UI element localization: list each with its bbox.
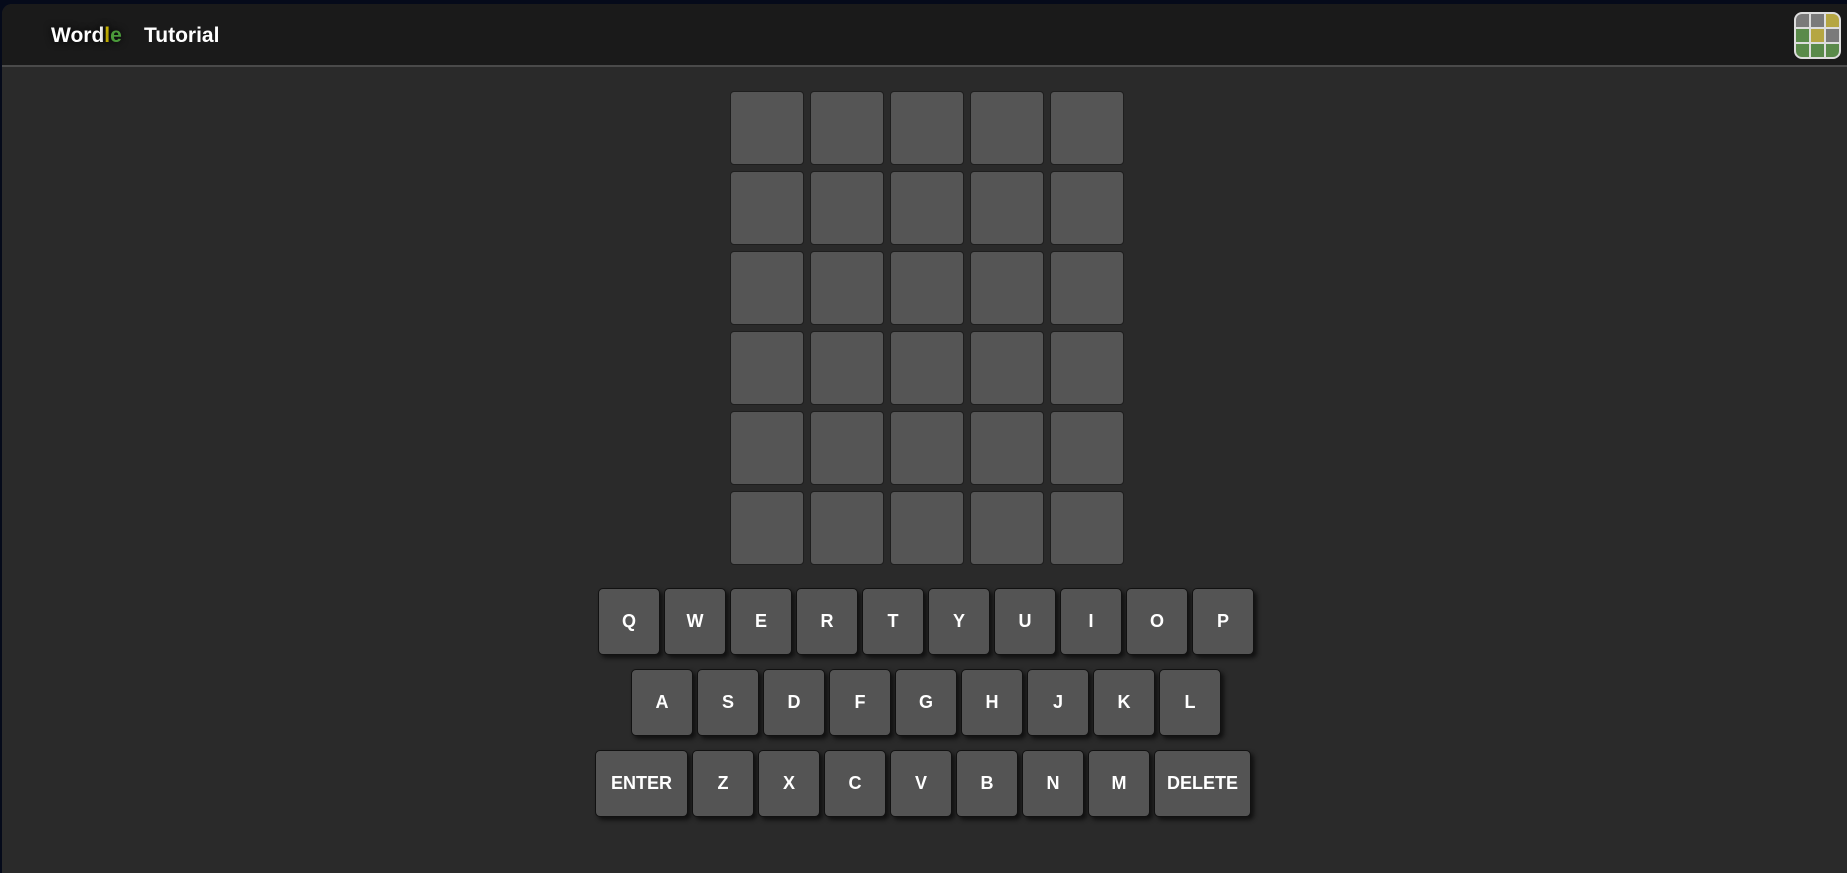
key-g[interactable]: G bbox=[895, 669, 957, 736]
key-e[interactable]: E bbox=[730, 588, 792, 655]
keyboard-row-1: QWERTYUIOP bbox=[598, 588, 1254, 655]
stats-cell bbox=[1811, 29, 1824, 42]
letter-tile bbox=[970, 251, 1044, 325]
letter-tile bbox=[730, 251, 804, 325]
tutorial-link[interactable]: Tutorial bbox=[144, 24, 219, 48]
letter-tile bbox=[730, 331, 804, 405]
letter-tile bbox=[810, 171, 884, 245]
header: Wordle Tutorial bbox=[2, 4, 1847, 67]
letter-tile bbox=[810, 491, 884, 565]
key-i[interactable]: I bbox=[1060, 588, 1122, 655]
key-v[interactable]: V bbox=[890, 750, 952, 817]
letter-tile bbox=[1050, 411, 1124, 485]
keyboard-row-2: ASDFGHJKL bbox=[631, 669, 1221, 736]
logo-text: Word bbox=[51, 24, 105, 47]
key-enter[interactable]: ENTER bbox=[595, 750, 688, 817]
letter-tile bbox=[970, 91, 1044, 165]
letter-tile bbox=[890, 491, 964, 565]
key-y[interactable]: Y bbox=[928, 588, 990, 655]
key-b[interactable]: B bbox=[956, 750, 1018, 817]
stats-grid-icon[interactable] bbox=[1794, 12, 1841, 59]
key-l[interactable]: L bbox=[1159, 669, 1221, 736]
letter-tile bbox=[730, 91, 804, 165]
letter-tile bbox=[730, 491, 804, 565]
key-d[interactable]: D bbox=[763, 669, 825, 736]
letter-tile bbox=[730, 171, 804, 245]
letter-tile bbox=[1050, 331, 1124, 405]
keyboard-row-3: ENTER Z X C V B N M DELETE bbox=[595, 750, 1251, 817]
letter-tile bbox=[1050, 171, 1124, 245]
key-t[interactable]: T bbox=[862, 588, 924, 655]
key-n[interactable]: N bbox=[1022, 750, 1084, 817]
stats-cell bbox=[1826, 29, 1839, 42]
key-q[interactable]: Q bbox=[598, 588, 660, 655]
key-z[interactable]: Z bbox=[692, 750, 754, 817]
letter-tile bbox=[810, 91, 884, 165]
stats-cell bbox=[1796, 14, 1809, 27]
letter-tile bbox=[970, 491, 1044, 565]
wordle-app: Wordle Tutorial QWERTYUIOP ASDFGHJKL ENT… bbox=[2, 4, 1847, 873]
key-w[interactable]: W bbox=[664, 588, 726, 655]
key-u[interactable]: U bbox=[994, 588, 1056, 655]
letter-tile bbox=[1050, 251, 1124, 325]
key-delete[interactable]: DELETE bbox=[1154, 750, 1251, 817]
letter-tile bbox=[890, 331, 964, 405]
key-m[interactable]: M bbox=[1088, 750, 1150, 817]
key-c[interactable]: C bbox=[824, 750, 886, 817]
key-k[interactable]: K bbox=[1093, 669, 1155, 736]
letter-tile bbox=[1050, 491, 1124, 565]
letter-tile bbox=[810, 251, 884, 325]
key-s[interactable]: S bbox=[697, 669, 759, 736]
letter-tile bbox=[890, 91, 964, 165]
key-o[interactable]: O bbox=[1126, 588, 1188, 655]
letter-tile bbox=[1050, 91, 1124, 165]
letter-tile bbox=[970, 171, 1044, 245]
letter-tile bbox=[970, 331, 1044, 405]
stats-cell bbox=[1811, 14, 1824, 27]
stats-cell bbox=[1796, 44, 1809, 57]
key-f[interactable]: F bbox=[829, 669, 891, 736]
game-board bbox=[730, 91, 1124, 565]
letter-tile bbox=[890, 251, 964, 325]
key-j[interactable]: J bbox=[1027, 669, 1089, 736]
logo-text-green: e bbox=[110, 24, 122, 47]
key-h[interactable]: H bbox=[961, 669, 1023, 736]
key-r[interactable]: R bbox=[796, 588, 858, 655]
letter-tile bbox=[890, 411, 964, 485]
logo-link[interactable]: Wordle bbox=[51, 24, 122, 48]
stats-cell bbox=[1811, 44, 1824, 57]
letter-tile bbox=[810, 411, 884, 485]
letter-tile bbox=[810, 331, 884, 405]
letter-tile bbox=[970, 411, 1044, 485]
stats-cell bbox=[1826, 44, 1839, 57]
key-x[interactable]: X bbox=[758, 750, 820, 817]
letter-tile bbox=[890, 171, 964, 245]
key-p[interactable]: P bbox=[1192, 588, 1254, 655]
letter-tile bbox=[730, 411, 804, 485]
stats-cell bbox=[1826, 14, 1839, 27]
stats-cell bbox=[1796, 29, 1809, 42]
key-a[interactable]: A bbox=[631, 669, 693, 736]
